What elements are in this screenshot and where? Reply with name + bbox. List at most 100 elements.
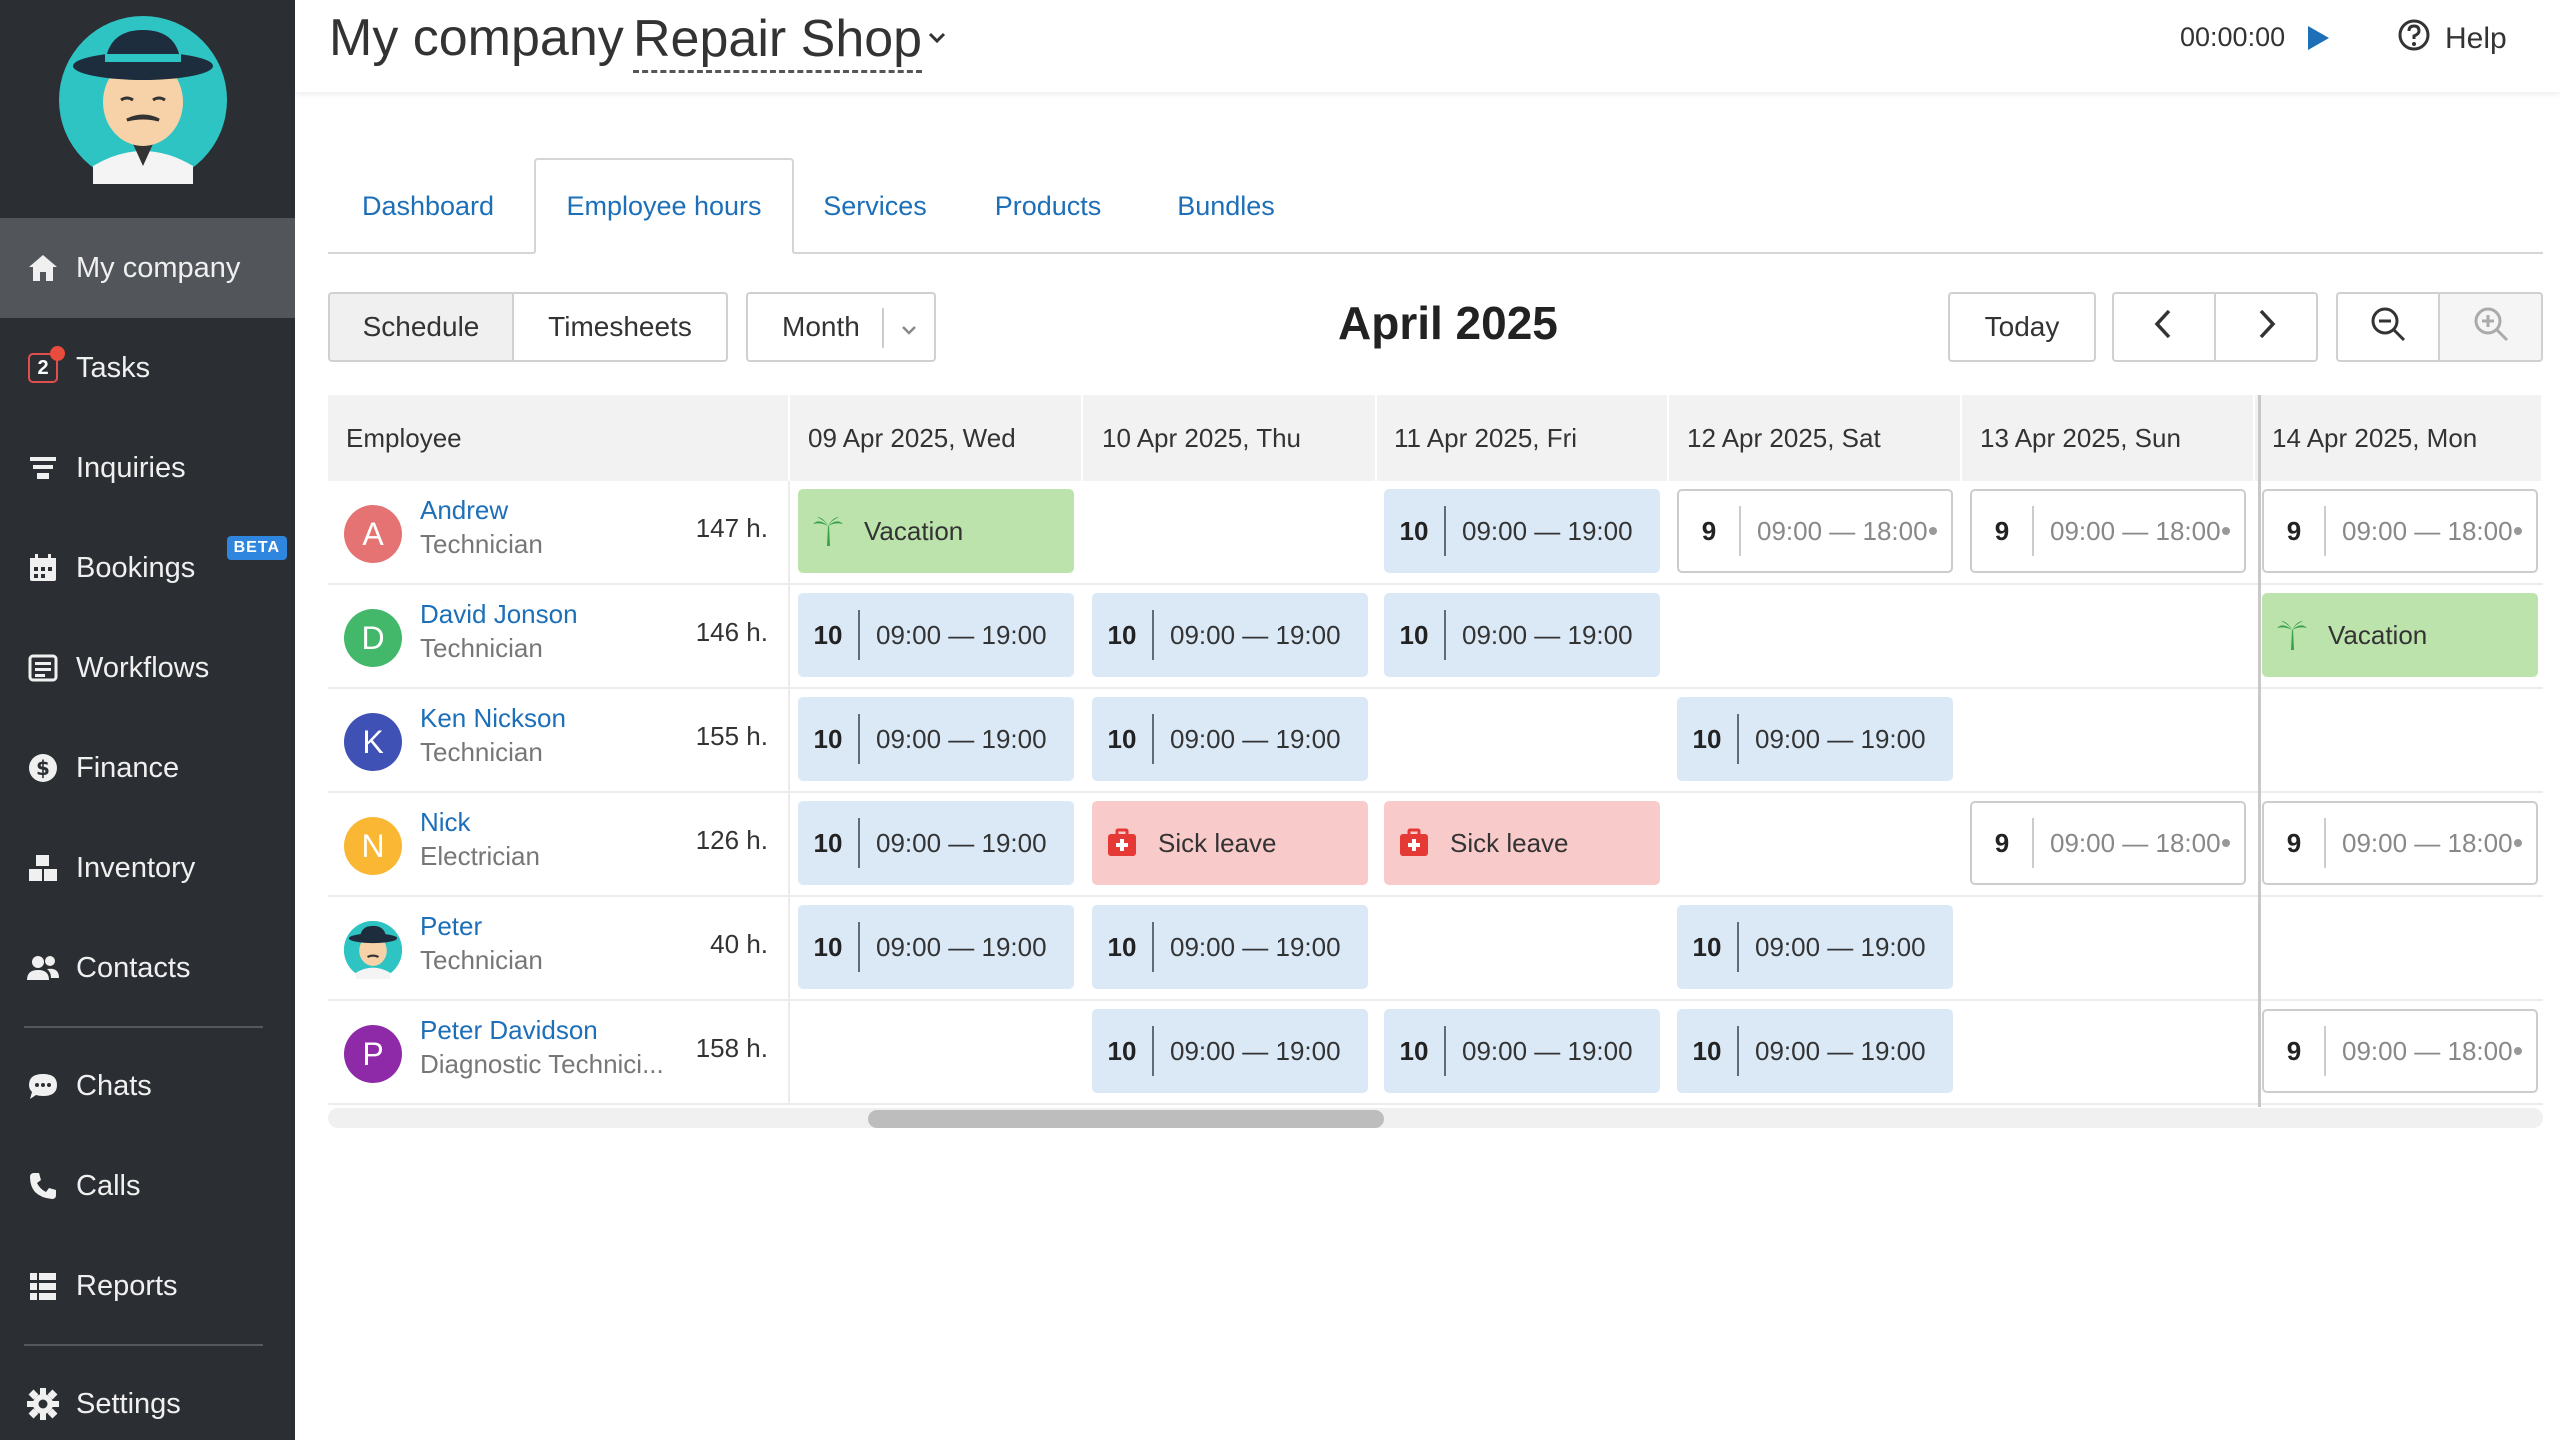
employee-name-link[interactable]: Ken Nickson [420,703,566,734]
shift-range: 09:00 — 19:00 [1170,619,1341,650]
sidebar-item-workflows[interactable]: Workflows [0,618,295,718]
shift-divider [1444,506,1446,556]
sidebar-item-inquiries[interactable]: Inquiries [0,418,295,518]
shift-divider [1152,1026,1154,1076]
period-value: Month [782,311,860,342]
user-avatar[interactable] [59,16,227,184]
scrollbar-thumb[interactable] [868,1110,1384,1128]
sidebar-item-tasks[interactable]: 2 Tasks [0,318,295,418]
sidebar-item-my-company[interactable]: My company [0,218,295,318]
shift-range: 09:00 — 18:00 [2342,515,2513,546]
employee-total-hours: 155 h. [695,721,768,751]
calendar-icon [24,549,62,587]
absence-label: Sick leave [1158,827,1277,858]
employee-column-header: Employee [328,395,790,481]
shift-chip[interactable]: 10 09:00 — 19:00 [1092,697,1368,781]
beta-badge: BETA [226,536,287,560]
tab-bundles[interactable]: Bundles [1144,158,1308,254]
shift-chip[interactable]: 10 09:00 — 19:00 [1092,593,1368,677]
sidebar-item-finance[interactable]: $ Finance [0,718,295,818]
shift-hours: 9 [1994,515,2010,546]
sick-leave-chip[interactable]: Sick leave [1092,801,1368,885]
dot-icon [2222,839,2230,847]
shift-range: 09:00 — 18:00 [1757,515,1928,546]
dollar-icon: $ [24,749,62,787]
tab-employee-hours[interactable]: Employee hours [534,158,794,254]
default-shift-chip[interactable]: 9 09:00 — 18:00 [1677,489,1953,573]
shift-chip[interactable]: 10 09:00 — 19:00 [1092,905,1368,989]
sidebar-item-calls[interactable]: Calls [0,1136,295,1236]
shift-chip[interactable]: 10 09:00 — 19:00 [1384,1009,1660,1093]
shift-chip[interactable]: 10 09:00 — 19:00 [1384,593,1660,677]
default-shift-chip[interactable]: 9 09:00 — 18:00 [1970,801,2246,885]
shift-divider [1739,506,1741,556]
employee-name-link[interactable]: Andrew [420,495,508,526]
period-select[interactable]: Month [746,292,936,362]
employee-name-link[interactable]: David Jonson [420,599,578,630]
shift-range: 09:00 — 19:00 [1755,1035,1926,1066]
employee-total-hours: 147 h. [695,513,768,543]
employee-name-link[interactable]: Peter Davidson [420,1015,598,1046]
sidebar-item-chats[interactable]: Chats [0,1036,295,1136]
zoom-out-button[interactable] [2336,292,2440,362]
sidebar-item-inventory[interactable]: Inventory [0,818,295,918]
shift-chip[interactable]: 10 09:00 — 19:00 [798,593,1074,677]
shift-hours: 10 [1107,619,1137,650]
employee-name-link[interactable]: Nick [420,807,471,838]
vacation-chip[interactable]: Vacation [2262,593,2538,677]
shift-hours: 10 [813,827,843,858]
timesheets-button[interactable]: Timesheets [512,292,728,362]
default-shift-chip[interactable]: 9 09:00 — 18:00 [2262,1009,2538,1093]
absence-label: Sick leave [1450,827,1569,858]
employee-role: Technician [420,737,543,767]
shift-chip[interactable]: 10 09:00 — 19:00 [798,801,1074,885]
default-shift-chip[interactable]: 9 09:00 — 18:00 [2262,801,2538,885]
shift-divider [1444,1026,1446,1076]
shift-chip[interactable]: 10 09:00 — 19:00 [1677,1009,1953,1093]
play-icon[interactable] [2305,24,2331,57]
help-button[interactable]: Help [2397,18,2507,60]
select-divider [882,308,884,348]
people-icon [24,949,62,987]
shift-chip[interactable]: 10 09:00 — 19:00 [798,697,1074,781]
employee-cell: D David Jonson Technician 146 h. [328,585,790,689]
sidebar-item-settings[interactable]: Settings [0,1354,295,1440]
next-button[interactable] [2214,292,2318,362]
shop-selector[interactable]: Repair Shop [633,8,923,73]
shift-range: 09:00 — 19:00 [1462,619,1633,650]
workflow-icon [24,649,62,687]
medical-kit-icon [1092,828,1152,858]
shift-divider [2324,506,2326,556]
employee-total-hours: 146 h. [695,617,768,647]
sidebar-item-contacts[interactable]: Contacts [0,918,295,1018]
shift-chip[interactable]: 10 09:00 — 19:00 [1092,1009,1368,1093]
shift-chip[interactable]: 10 09:00 — 19:00 [1677,905,1953,989]
shift-chip[interactable]: 10 09:00 — 19:00 [1677,697,1953,781]
chevron-right-icon [2251,307,2281,348]
today-button[interactable]: Today [1948,292,2096,362]
tab-products[interactable]: Products [958,158,1138,254]
tab-dashboard[interactable]: Dashboard [328,158,528,254]
chevron-down-icon[interactable] [925,26,949,55]
day-column-header: 13 Apr 2025, Sun [1962,395,2255,481]
schedule-button[interactable]: Schedule [328,292,514,362]
day-column-header: 10 Apr 2025, Thu [1084,395,1377,481]
horizontal-scrollbar[interactable] [328,1108,2543,1128]
shift-chip[interactable]: 10 09:00 — 19:00 [1384,489,1660,573]
tab-services[interactable]: Services [800,158,950,254]
default-shift-chip[interactable]: 9 09:00 — 18:00 [2262,489,2538,573]
sidebar-item-reports[interactable]: Reports [0,1236,295,1336]
employee-name-link[interactable]: Peter [420,911,482,942]
vacation-chip[interactable]: Vacation [798,489,1074,573]
day-column-header: 14 Apr 2025, Mon [2254,395,2543,481]
sick-leave-chip[interactable]: Sick leave [1384,801,1660,885]
sidebar-item-bookings[interactable]: Bookings BETA [0,518,295,618]
sidebar-item-label: Tasks [76,351,151,384]
zoom-in-button[interactable] [2438,292,2543,362]
prev-button[interactable] [2112,292,2216,362]
shift-range: 09:00 — 19:00 [1462,1035,1633,1066]
boxes-icon [24,849,62,887]
shift-chip[interactable]: 10 09:00 — 19:00 [798,905,1074,989]
default-shift-chip[interactable]: 9 09:00 — 18:00 [1970,489,2246,573]
employee-role: Technician [420,633,543,663]
